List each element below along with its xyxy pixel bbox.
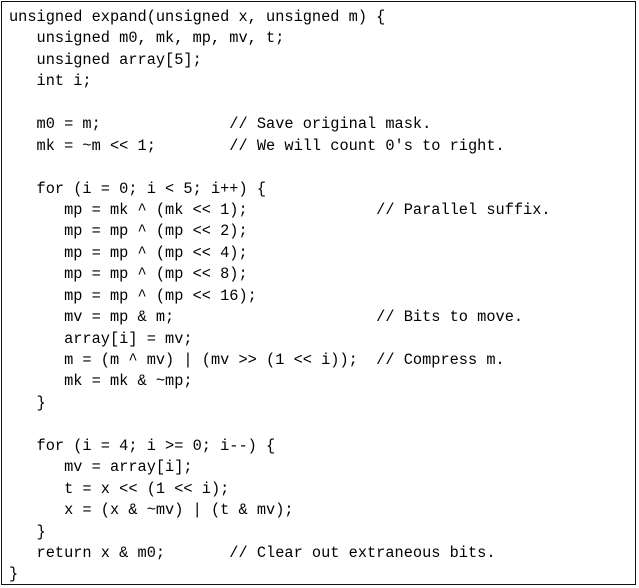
code-line: array[i] = mv;: [9, 329, 193, 348]
code-line: return x & m0; // Clear out extraneous b…: [9, 543, 496, 562]
code-line: for (i = 0; i < 5; i++) {: [9, 179, 267, 198]
code-line: mp = mp ^ (mp << 16);: [9, 286, 257, 305]
code-line: unsigned array[5];: [9, 50, 202, 69]
code-line: mv = array[i];: [9, 458, 193, 477]
code-line: unsigned m0, mk, mp, mv, t;: [9, 29, 285, 48]
code-line: mv = mp & m; // Bits to move.: [9, 308, 524, 327]
code-listing-frame: unsigned expand(unsigned x, unsigned m) …: [1, 1, 636, 585]
code-line: mp = mk ^ (mk << 1); // Parallel suffix.: [9, 200, 551, 219]
code-line: }: [9, 565, 19, 584]
code-line: int i;: [9, 72, 92, 91]
code-line: unsigned expand(unsigned x, unsigned m) …: [9, 8, 386, 26]
code-line: m = (m ^ mv) | (mv >> (1 << i)); // Comp…: [9, 351, 505, 369]
code-line: mp = mp ^ (mp << 8);: [9, 265, 248, 284]
code-line: x = (x & ~mv) | (t & mv);: [9, 501, 294, 520]
code-line: mp = mp ^ (mp << 4);: [9, 243, 248, 262]
code-listing: unsigned expand(unsigned x, unsigned m) …: [9, 7, 551, 586]
code-line: t = x << (1 << i);: [9, 479, 230, 498]
code-line: }: [9, 393, 46, 412]
code-line: mp = mp ^ (mp << 2);: [9, 222, 248, 241]
code-line: mk = mk & ~mp;: [9, 372, 193, 391]
code-line: for (i = 4; i >= 0; i--) {: [9, 436, 276, 455]
code-line: mk = ~m << 1; // We will count 0's to ri…: [9, 136, 505, 155]
code-line: }: [9, 522, 46, 541]
code-line: m0 = m; // Save original mask.: [9, 115, 432, 134]
